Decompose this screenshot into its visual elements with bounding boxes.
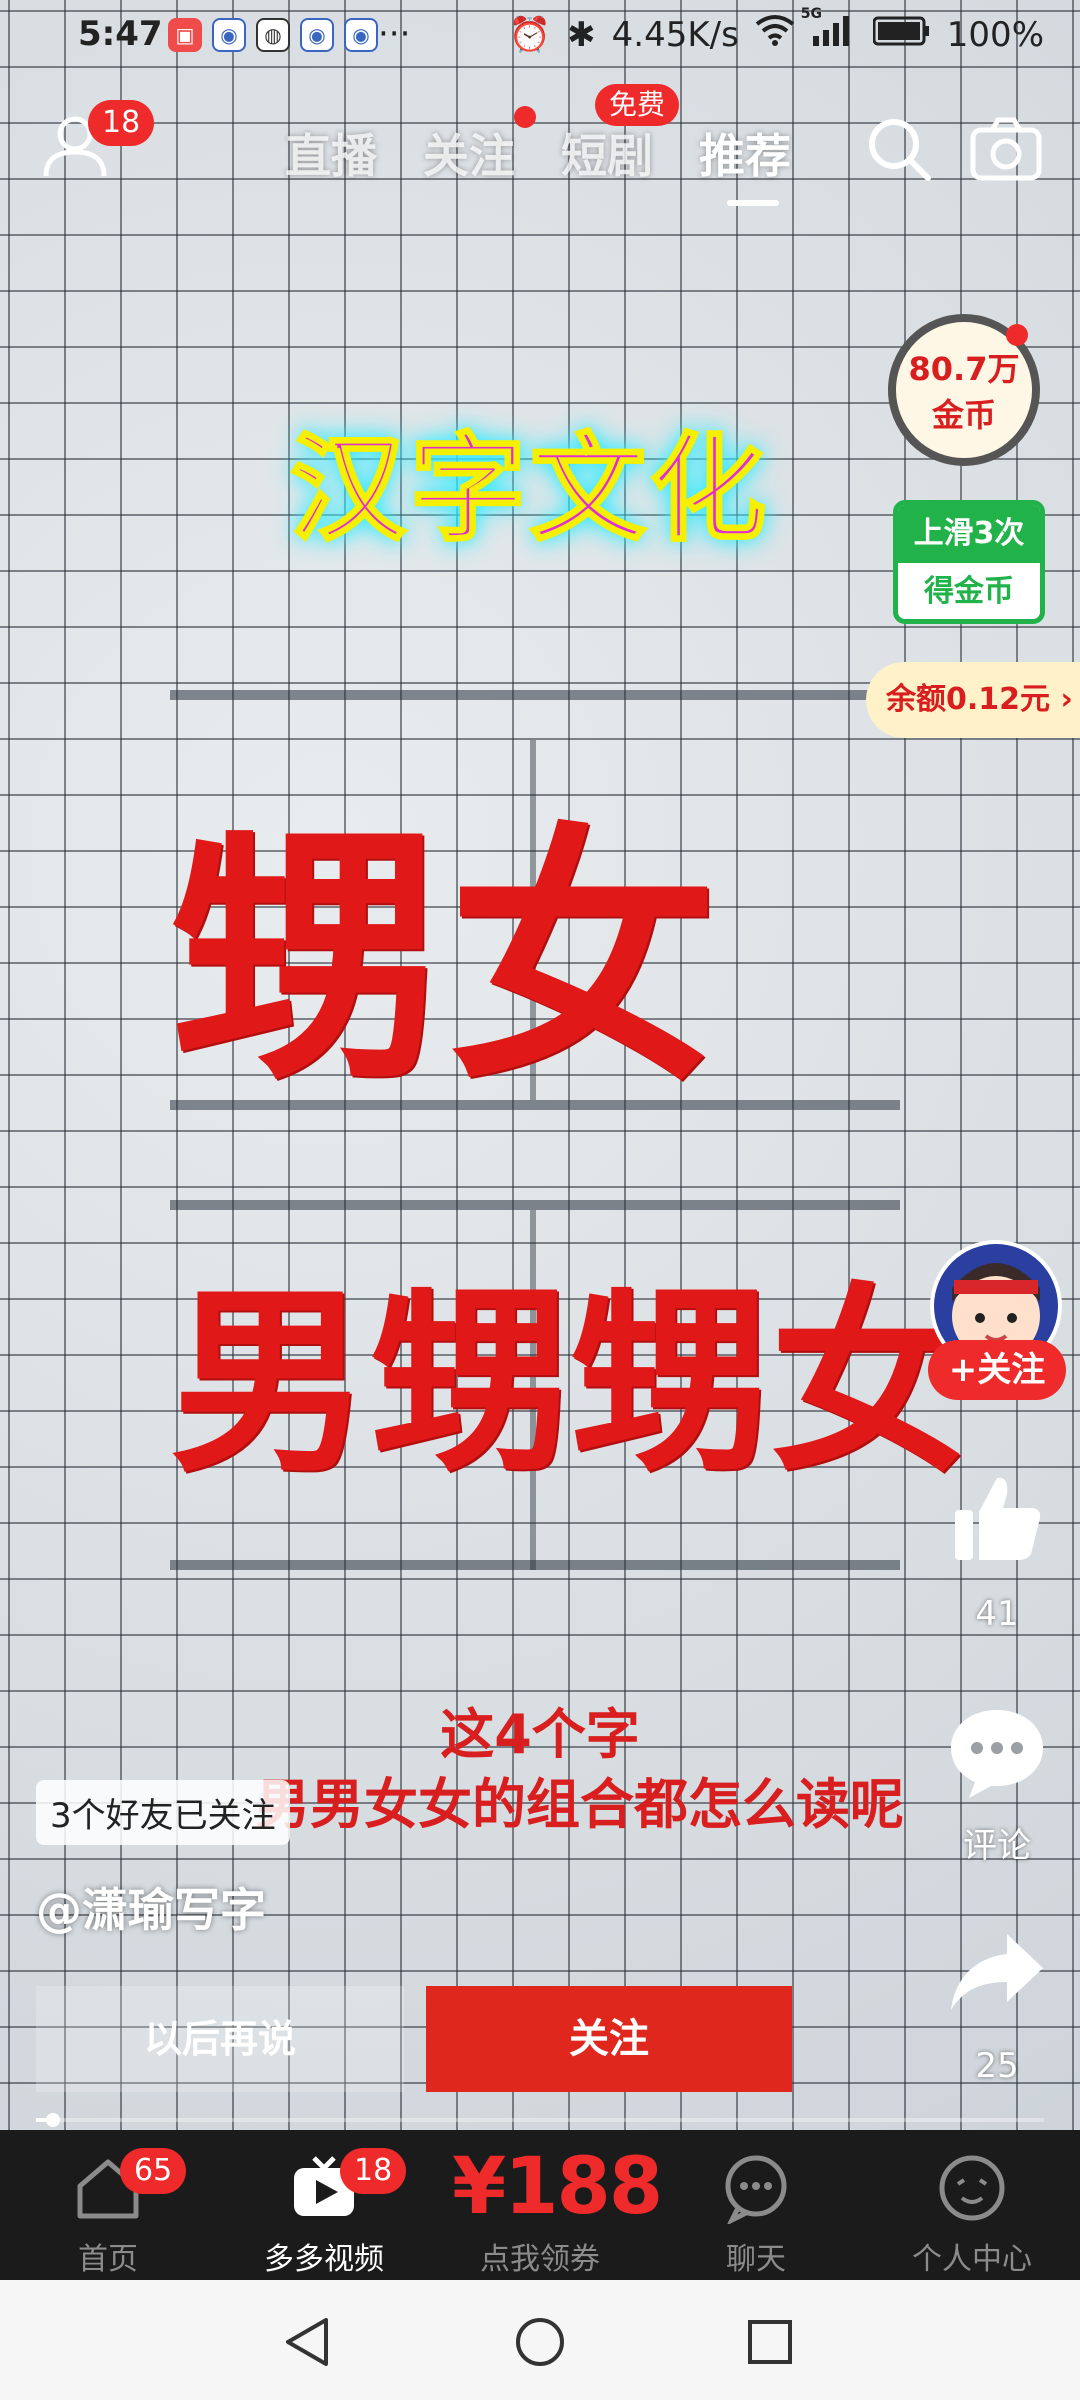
ruled-line [170, 690, 900, 700]
comment-button[interactable] [942, 1706, 1052, 1804]
camera-button[interactable] [970, 116, 1042, 182]
calligraphy-row-1: 甥女 [170, 799, 726, 1117]
back-icon[interactable] [282, 2316, 332, 2368]
swipe-reward-line-2: 得金币 [924, 574, 1014, 609]
tab-personal-center[interactable]: 个人中心 [864, 2130, 1080, 2280]
coupon-price: ¥188 [452, 2142, 663, 2232]
tab-recommended[interactable]: 推荐 [699, 120, 791, 206]
feed-tabs: 直播 关注 短剧 推荐 [285, 120, 791, 206]
shopping-app-icon: ▣ [168, 18, 202, 52]
home-circle-icon[interactable] [514, 2316, 566, 2368]
coins-amount: 80.7万 [908, 350, 1020, 388]
wifi-icon [755, 14, 795, 55]
profile-badge: 18 [88, 100, 155, 146]
baidu-icon: ◉ [212, 18, 246, 52]
balance-pill[interactable]: 余额0.12元 › [866, 662, 1080, 738]
profile-button[interactable]: 18 [40, 100, 155, 190]
tab-duoduo-video-label: 多多视频 [264, 2242, 384, 2277]
following-red-dot [514, 106, 536, 128]
later-button[interactable]: 以后再说 [36, 1986, 404, 2092]
comment-label: 评论 [963, 1826, 1031, 1866]
baidu-icon: ◉ [300, 18, 334, 52]
like-button[interactable] [942, 1470, 1052, 1570]
tab-personal-center-label: 个人中心 [912, 2242, 1032, 2277]
progress-fill [36, 2118, 47, 2122]
comment-icon [951, 1710, 1043, 1798]
tab-chat-label: 聊天 [726, 2242, 786, 2277]
home-badge: 65 [120, 2148, 187, 2194]
share-count: 25 [975, 2046, 1019, 2086]
battery-percent: 100% [946, 14, 1044, 55]
tab-home-label: 首页 [78, 2242, 138, 2277]
more-notifications-icon: ··· [378, 14, 411, 54]
balance-text: 余额0.12元 [886, 682, 1051, 717]
status-bar: 5:47 ▣ ◉ ◍ ◉ ◉ ··· ⏰ ✱ 4.45K/s 5G 100% [0, 0, 1080, 76]
follow-author-button[interactable]: +关注 [928, 1340, 1066, 1400]
tab-chat[interactable]: 聊天 [648, 2130, 864, 2280]
friends-followed-chip: 3个好友已关注 [36, 1780, 290, 1845]
status-time: 5:47 [78, 14, 163, 54]
free-badge: 免费 [595, 84, 680, 126]
system-nav-bar [0, 2280, 1080, 2400]
tab-duoduo-video[interactable]: 18 多多视频 [216, 2130, 432, 2280]
network-type: 5G [800, 6, 823, 22]
bluetooth-icon: ✱ [567, 14, 596, 55]
recents-icon[interactable] [746, 2318, 794, 2366]
chat-icon [725, 2155, 787, 2224]
progress-knob[interactable] [46, 2113, 61, 2127]
tab-coupon-label: 点我领券 [480, 2242, 600, 2277]
coins-unit: 金币 [931, 396, 996, 434]
video-title-text: 汉字文化 [289, 421, 770, 559]
signal-icon: 5G [801, 6, 857, 55]
tab-home[interactable]: 65 首页 [0, 2130, 216, 2280]
tab-following[interactable]: 关注 [423, 120, 515, 186]
camera-icon [970, 117, 1042, 181]
coins-widget[interactable]: 80.7万 金币 [888, 314, 1040, 466]
search-button[interactable] [866, 116, 932, 182]
video-badge: 18 [340, 2148, 407, 2194]
calligraphy-row-2: 男甥甥女 [170, 1265, 971, 1500]
baidu-icon: ◉ [344, 18, 378, 52]
alarm-icon: ⏰ [508, 14, 552, 55]
notification-icons: ▣ ◉ ◍ ◉ ◉ [168, 18, 378, 52]
author-name[interactable]: @潇瑜写字 [36, 1874, 266, 1940]
ruled-line [170, 1200, 900, 1210]
face-icon [939, 2155, 1005, 2221]
tab-live[interactable]: 直播 [285, 120, 377, 186]
coins-red-dot [1006, 324, 1028, 346]
top-nav: 18 直播 关注 短剧 推荐 免费 [0, 84, 1080, 210]
video-caption-line-1: 这4个字 [440, 1703, 640, 1766]
thumbs-up-icon [955, 1477, 1041, 1560]
battery-icon [872, 15, 931, 55]
tab-coupon[interactable]: ¥188 点我领券 [432, 2130, 663, 2280]
wechat-icon: ◍ [256, 18, 290, 52]
swipe-reward-card[interactable]: 上滑3次 得金币 [893, 500, 1045, 624]
share-button[interactable] [942, 1930, 1052, 2018]
search-icon [869, 119, 931, 181]
net-speed: 4.45K/s [611, 14, 739, 55]
video-progress-bar[interactable] [36, 2113, 1044, 2127]
tab-short-drama[interactable]: 短剧 [561, 120, 653, 186]
bottom-tab-bar: 65 首页 18 多多视频 ¥188 点我领券 聊天 个人中心 [0, 2130, 1080, 2280]
follow-button[interactable]: 关注 [426, 1986, 792, 2092]
swipe-reward-line-1: 上滑3次 [898, 505, 1040, 563]
like-count: 41 [975, 1594, 1019, 1634]
share-arrow-icon [951, 1934, 1043, 2010]
chevron-right-icon: › [1060, 682, 1073, 717]
